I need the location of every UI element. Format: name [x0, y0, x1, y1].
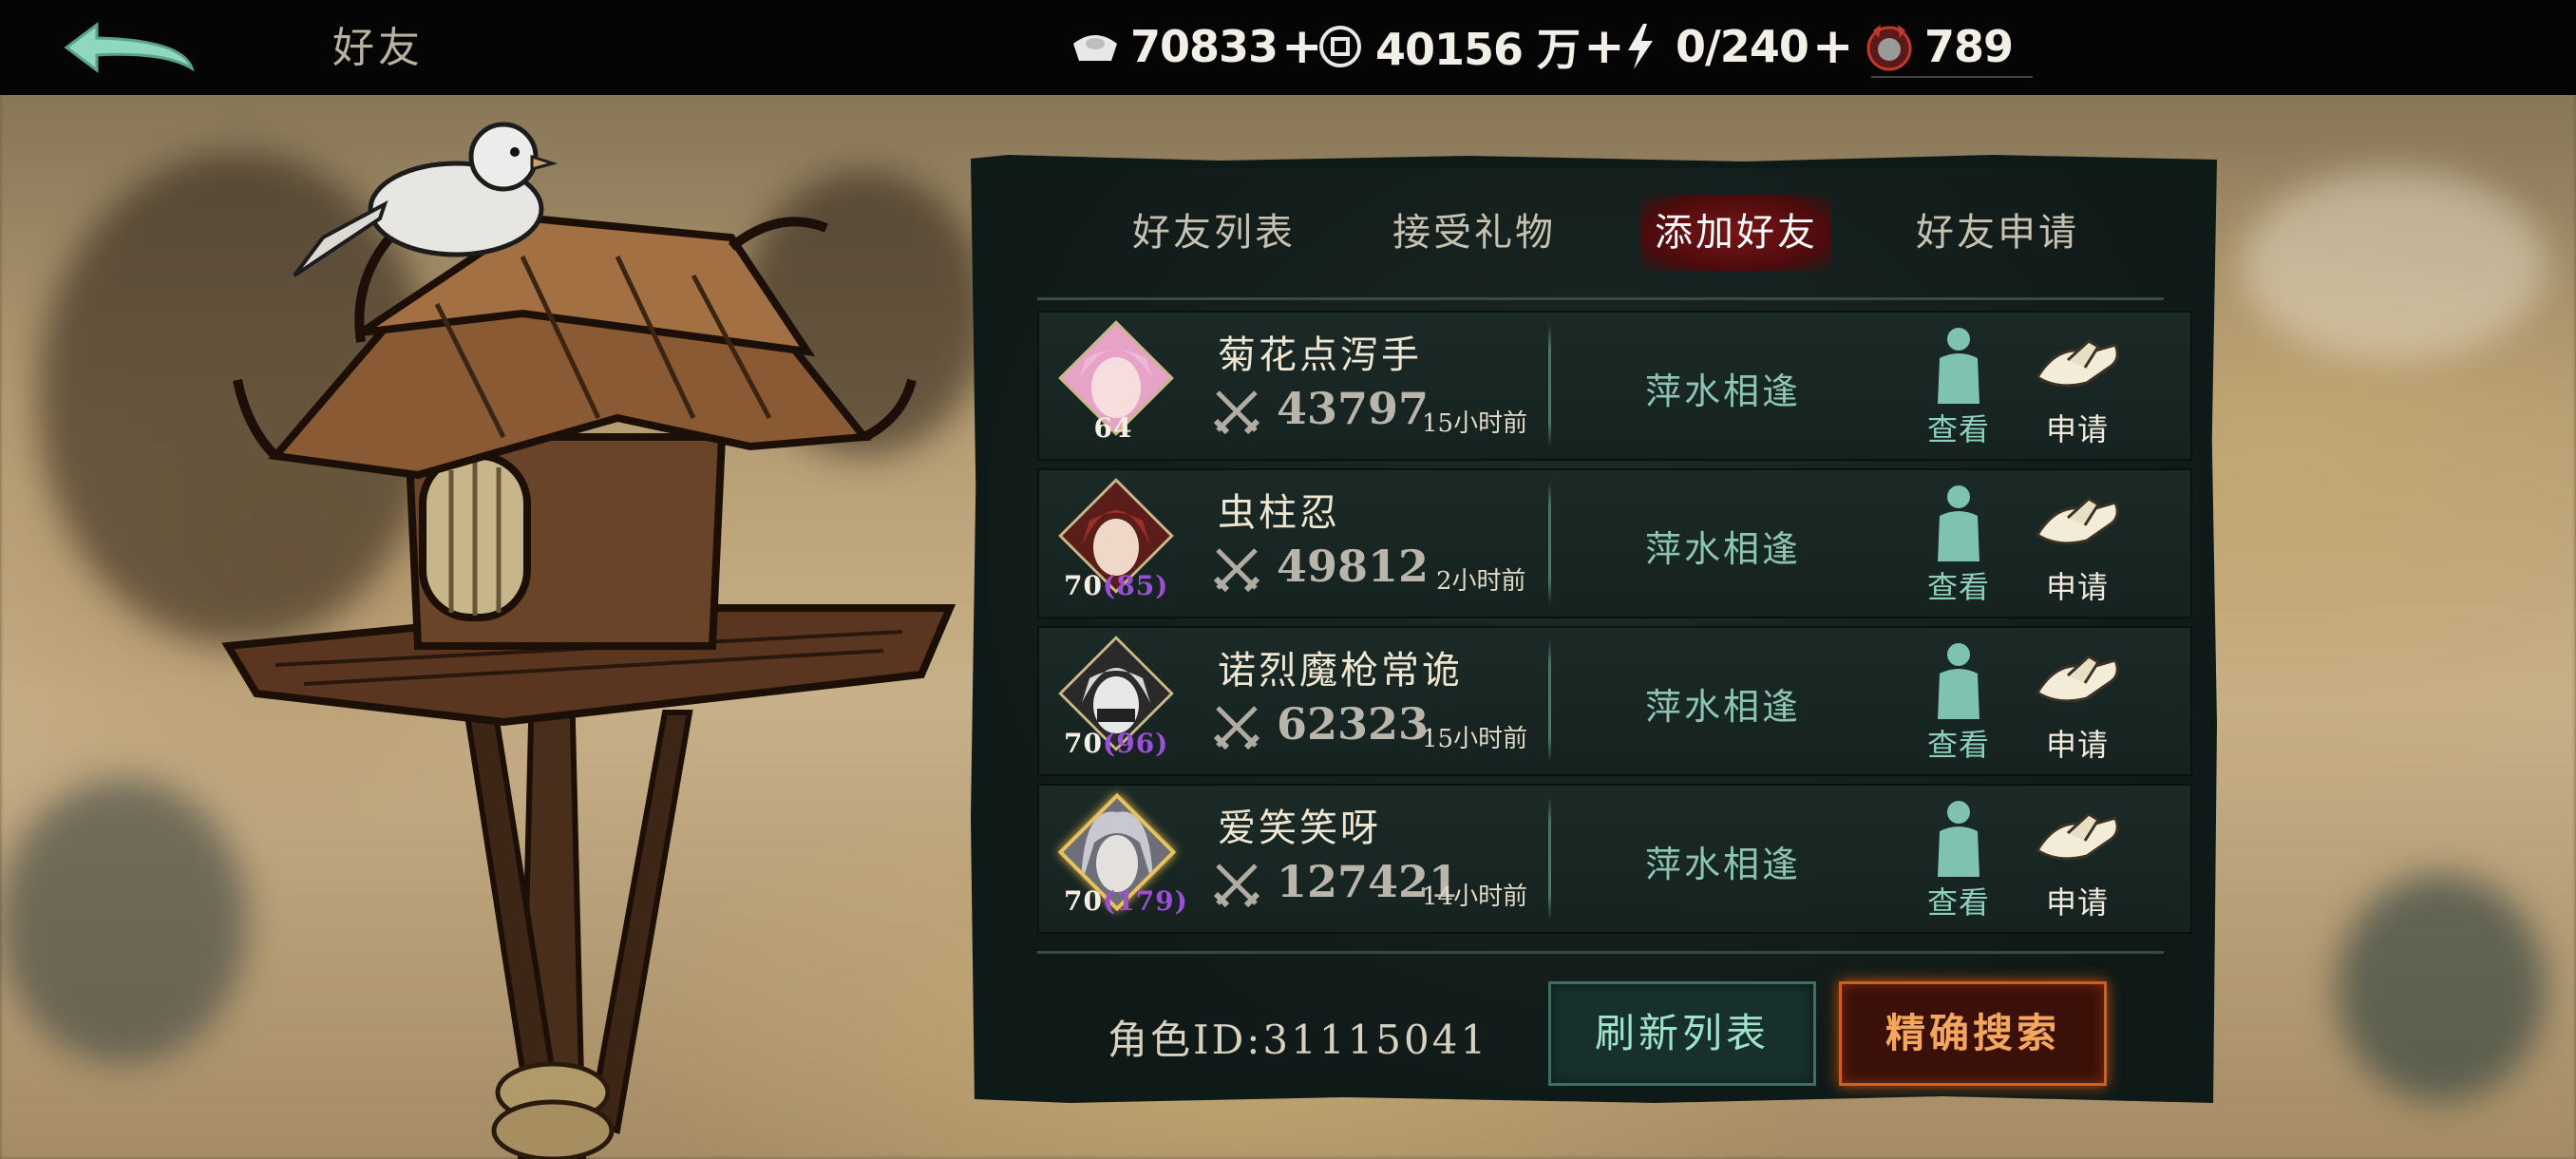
back-button[interactable]	[59, 13, 201, 80]
copper-coin-icon	[1315, 21, 1366, 72]
player-name: 菊花点泻手	[1218, 333, 1422, 377]
level-extra: (179)	[1102, 885, 1188, 917]
combat-power: 62323	[1277, 698, 1430, 750]
player-level: 70(96)	[1064, 728, 1167, 759]
list-item: 70(96) 诺烈魔枪常诡 62323 15小时前 萍水相逢 查看 申请	[1037, 626, 2192, 776]
back-arrow-icon	[64, 22, 195, 73]
salute-hands-icon	[2035, 497, 2119, 545]
apply-button[interactable]: 申请	[2030, 639, 2125, 763]
view-button[interactable]: 查看	[1921, 324, 1997, 447]
apply-label: 申请	[2045, 727, 2109, 763]
avatar[interactable]: 70(96)	[1058, 636, 1174, 759]
apply-button[interactable]: 申请	[2030, 324, 2125, 447]
person-silhouette-icon	[1938, 328, 1979, 404]
divider	[1871, 76, 2033, 78]
stamina-value: 0/240	[1676, 21, 1809, 72]
resource-silver[interactable]: 70833 +	[1070, 17, 1323, 76]
view-label: 查看	[1926, 884, 1990, 921]
avatar[interactable]: 70(85)	[1058, 478, 1174, 601]
tab-divider	[1037, 297, 2164, 300]
silver-value: 70833	[1130, 21, 1279, 72]
stamina-add-icon[interactable]: +	[1812, 22, 1854, 71]
apply-label: 申请	[2045, 411, 2109, 447]
relation-status: 萍水相逢	[1645, 528, 1802, 570]
salute-hands-icon	[2035, 812, 2119, 861]
apply-button[interactable]: 申请	[2030, 482, 2125, 605]
friend-panel: 好友列表 接受礼物 添加好友 好友申请 64 菊花点泻手 43797 15小时前…	[971, 155, 2217, 1103]
combat-power: 49812	[1277, 541, 1430, 592]
level-extra: (85)	[1102, 570, 1169, 601]
player-name: 虫柱忍	[1218, 491, 1340, 535]
player-level: 70(179)	[1064, 885, 1187, 917]
crossed-swords-icon	[1213, 706, 1260, 750]
row-divider	[1548, 797, 1551, 921]
role-id: 角色ID:31115041	[1108, 1016, 1489, 1063]
person-silhouette-icon	[1938, 643, 1979, 719]
resource-demon[interactable]: 789	[1864, 17, 2014, 76]
copper-value: 40156 万	[1375, 24, 1581, 75]
person-silhouette-icon	[1938, 485, 1979, 561]
view-button[interactable]: 查看	[1921, 797, 1997, 921]
list-item: 64 菊花点泻手 43797 15小时前 萍水相逢 查看 申请	[1037, 311, 2192, 461]
apply-label: 申请	[2045, 884, 2109, 921]
crossed-swords-icon	[1213, 548, 1260, 593]
level-value: 70	[1064, 885, 1103, 917]
level-value: 70	[1064, 728, 1103, 759]
last-online: 15小时前	[1422, 725, 1528, 753]
person-silhouette-icon	[1938, 801, 1979, 877]
level-value: 70	[1064, 570, 1103, 601]
view-button[interactable]: 查看	[1921, 482, 1997, 605]
tab-friend-requests[interactable]: 好友申请	[1903, 195, 2093, 271]
level-extra: (96)	[1102, 728, 1169, 759]
relation-status: 萍水相逢	[1645, 686, 1802, 728]
relation-status: 萍水相逢	[1645, 844, 1802, 885]
last-online: 14小时前	[1422, 883, 1528, 911]
lightning-icon	[1615, 21, 1666, 72]
resource-copper[interactable]: 40156 万 +	[1315, 17, 1625, 76]
demon-mask-icon	[1864, 21, 1915, 72]
player-list: 64 菊花点泻手 43797 15小时前 萍水相逢 查看 申请 70(85) 虫…	[1037, 311, 2192, 941]
crossed-swords-icon	[1213, 864, 1260, 908]
footer-divider	[1037, 951, 2164, 954]
player-name: 爱笑笑呀	[1218, 807, 1381, 850]
crossed-swords-icon	[1213, 390, 1260, 435]
row-divider	[1548, 482, 1551, 605]
apply-label: 申请	[2045, 569, 2109, 605]
row-divider	[1548, 639, 1551, 763]
tab-friend-list[interactable]: 好友列表	[1119, 195, 1309, 271]
tab-bar: 好友列表 接受礼物 添加好友 好友申请	[988, 195, 2200, 271]
refresh-list-button[interactable]: 刷新列表	[1548, 981, 1816, 1086]
silver-ingot-icon	[1070, 21, 1121, 72]
avatar[interactable]: 64	[1058, 320, 1174, 444]
view-label: 查看	[1926, 411, 1990, 447]
view-label: 查看	[1926, 727, 1990, 763]
exact-search-button[interactable]: 精确搜索	[1839, 981, 2107, 1086]
list-item: 70(85) 虫柱忍 49812 2小时前 萍水相逢 查看 申请	[1037, 468, 2192, 618]
demon-value: 789	[1924, 21, 2014, 72]
player-level: 64	[1064, 412, 1163, 444]
level-value: 64	[1093, 412, 1133, 444]
avatar[interactable]: 70(179)	[1057, 792, 1187, 917]
panel-body: 好友列表 接受礼物 添加好友 好友申请 64 菊花点泻手 43797 15小时前…	[988, 168, 2200, 1088]
view-button[interactable]: 查看	[1921, 639, 1997, 763]
page-title: 好友	[332, 24, 424, 72]
player-level: 70(85)	[1064, 570, 1167, 601]
list-item: 70(179) 爱笑笑呀 127421 14小时前 萍水相逢 查看 申请	[1037, 784, 2192, 934]
last-online: 15小时前	[1422, 409, 1528, 438]
salute-hands-icon	[2035, 339, 2119, 388]
dove-house-illustration	[221, 122, 957, 1159]
apply-button[interactable]: 申请	[2030, 797, 2125, 921]
last-online: 2小时前	[1436, 567, 1526, 596]
row-divider	[1548, 324, 1551, 447]
tab-receive-gifts[interactable]: 接受礼物	[1379, 195, 1569, 271]
player-name: 诺烈魔枪常诡	[1218, 649, 1463, 693]
resource-stamina[interactable]: 0/240 +	[1615, 17, 1853, 76]
top-bar: 好友 70833 + 40156 万 + 0/240 + 789	[0, 0, 2576, 95]
view-label: 查看	[1926, 569, 1990, 605]
salute-hands-icon	[2035, 655, 2119, 703]
relation-status: 萍水相逢	[1645, 370, 1802, 412]
tab-add-friend[interactable]: 添加好友	[1641, 195, 1831, 271]
combat-power: 43797	[1277, 383, 1430, 434]
